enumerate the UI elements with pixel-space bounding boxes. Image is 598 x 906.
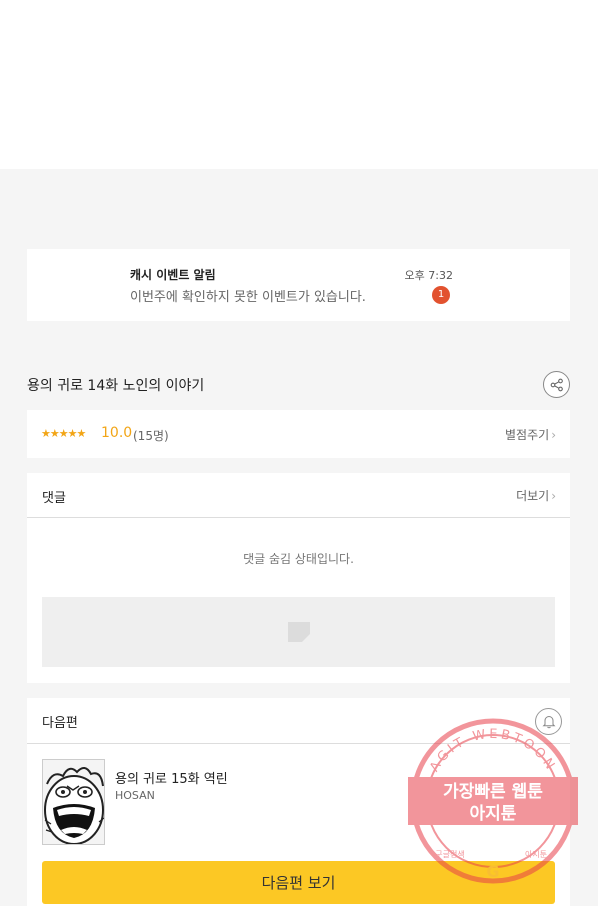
rating-score: 10.0 xyxy=(101,425,133,441)
notify-button[interactable] xyxy=(535,708,562,735)
comments-more-button[interactable]: 더보기 › xyxy=(516,487,556,504)
notification-title: 캐시 이벤트 알림 xyxy=(130,268,216,282)
notification-time: 오후 7:32 xyxy=(404,269,453,282)
next-episode-card: 다음편 용의 귀로 15화 역린 HOSAN 다음편 보기 xyxy=(27,698,570,906)
rating-stars: ★★★★★ xyxy=(41,427,86,440)
placeholder-image-icon xyxy=(288,622,310,642)
share-button[interactable] xyxy=(543,371,570,398)
ad-placeholder xyxy=(42,597,555,667)
next-episode-header: 다음편 xyxy=(27,698,570,744)
cash-event-notification[interactable]: 캐시 이벤트 알림 이번주에 확인하지 못한 이벤트가 있습니다. 오후 7:3… xyxy=(27,249,570,321)
notification-message: 이번주에 확인하지 못한 이벤트가 있습니다. xyxy=(130,290,366,305)
rating-count: (15명) xyxy=(133,429,169,443)
rate-label: 별점주기 xyxy=(505,428,550,442)
share-icon xyxy=(550,378,563,391)
chevron-right-icon: › xyxy=(551,489,556,503)
next-episode-author: HOSAN xyxy=(115,789,155,802)
chevron-right-icon: › xyxy=(551,428,556,442)
comments-label: 댓글 xyxy=(42,491,66,506)
top-blank-area xyxy=(0,0,598,169)
comments-card: 댓글 더보기 › 댓글 숨김 상태입니다. xyxy=(27,473,570,683)
rating-card: ★★★★★ 10.0 (15명) 별점주기 › xyxy=(27,410,570,458)
next-episode-thumbnail[interactable] xyxy=(42,759,105,845)
episode-title: 용의 귀로 14화 노인의 이야기 xyxy=(27,378,205,394)
bell-icon xyxy=(541,716,556,729)
rate-button[interactable]: 별점주기 › xyxy=(505,426,556,443)
next-episode-label: 다음편 xyxy=(42,716,78,731)
next-episode-title[interactable]: 용의 귀로 15화 역린 xyxy=(115,768,228,787)
more-label: 더보기 xyxy=(516,489,550,503)
notification-badge: 1 xyxy=(432,286,450,304)
comments-hidden-message: 댓글 숨김 상태입니다. xyxy=(243,552,354,566)
view-next-episode-button[interactable]: 다음편 보기 xyxy=(42,861,555,904)
comments-header: 댓글 더보기 › xyxy=(27,473,570,518)
